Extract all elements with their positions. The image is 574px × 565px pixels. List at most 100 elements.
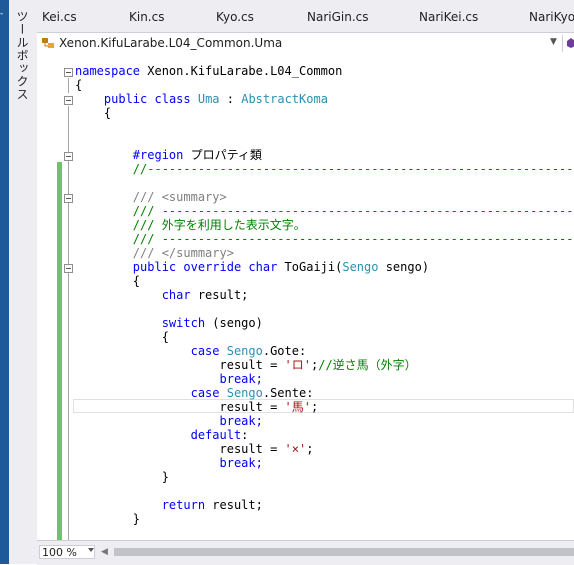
code-line-19: switch (sengo) (75, 316, 263, 330)
code-token: Sengo (226, 344, 263, 358)
code-token: result; (190, 288, 249, 302)
code-token: result; (205, 498, 263, 512)
code-token: { (103, 106, 112, 120)
code-token: ; (306, 442, 314, 456)
code-token: /// ------------------------------------… (132, 232, 574, 246)
code-line-11: /// ------------------------------------… (75, 204, 574, 218)
code-token: /// 外字を利用した表示文字。 (132, 218, 306, 232)
code-line-10: /// <summary> (75, 190, 227, 204)
code-token: char (161, 288, 191, 302)
code-line-32: return result; (75, 498, 263, 512)
desktop-strip: - (0, 0, 9, 564)
code-token: default (190, 428, 242, 442)
collapse-region-icon[interactable] (64, 152, 73, 161)
navigation-bar[interactable]: Xenon.KifuLarabe.L04_Common.Uma ▼ (37, 32, 574, 55)
tab-narigin[interactable]: NariGin.cs (307, 10, 369, 24)
code-token: result = (219, 358, 285, 372)
code-line-26: break; (75, 414, 263, 428)
code-token: case (190, 386, 220, 400)
code-token: class (154, 92, 191, 106)
collapse-method-icon[interactable] (64, 264, 73, 273)
zoom-dropdown[interactable]: 100 % (39, 545, 95, 559)
code-token: break; (219, 414, 263, 428)
editor-window: Kei.cs Kin.cs Kyo.cs NariGin.cs NariKei.… (37, 0, 574, 565)
code-token: char (248, 260, 278, 274)
outline-line (68, 106, 69, 540)
member-icon[interactable] (566, 36, 574, 50)
code-token: { (132, 274, 141, 288)
scroll-left-icon[interactable]: ◀ (101, 547, 108, 557)
code-token: (sengo) (205, 316, 263, 330)
code-token: .Sente: (262, 386, 314, 400)
collapse-namespace-icon[interactable] (64, 68, 73, 77)
code-line-21: case Sengo.Gote: (75, 344, 307, 358)
tab-kei[interactable]: Kei.cs (42, 10, 77, 24)
code-token: namespace (75, 64, 141, 78)
toolbox-panel[interactable]: ツールボックス (9, 0, 38, 564)
code-line-30: } (75, 470, 169, 484)
tab-kin[interactable]: Kin.cs (129, 10, 164, 24)
change-tracking-bar (57, 162, 62, 540)
document-tabs: Kei.cs Kin.cs Kyo.cs NariGin.cs NariKei.… (37, 0, 574, 32)
code-line-33: } (75, 512, 140, 526)
indicator-margin (37, 54, 59, 540)
divider (562, 35, 563, 52)
code-token: } (132, 512, 141, 526)
code-token: AbstractKoma (241, 92, 328, 106)
code-token: : (219, 92, 242, 106)
code-line-23: break; (75, 372, 263, 386)
code-token: Xenon.KifuLarabe.L04_Common (140, 64, 343, 78)
code-token: ; (310, 400, 319, 414)
code-token: /// </summary> (132, 246, 234, 260)
code-line-28: result = '×'; (75, 442, 314, 456)
outline-line (68, 78, 69, 93)
code-token: { (75, 78, 83, 92)
code-line-24: case Sengo.Sente: (75, 386, 314, 400)
code-token: プロパティ類 (183, 148, 262, 162)
code-token: public (132, 260, 177, 274)
code-token: #region (132, 148, 184, 162)
code-token: Sengo (226, 386, 263, 400)
code-token: override (183, 260, 242, 274)
code-line-17: char result; (75, 288, 249, 302)
code-token: Sengo (342, 260, 379, 274)
code-line-25: result = '馬'; (75, 400, 319, 414)
code-token: //逆さ馬（外字） (318, 358, 417, 372)
collapse-summary-icon[interactable] (64, 194, 73, 203)
code-token: } (161, 470, 169, 484)
tab-kyo[interactable]: Kyo.cs (216, 10, 254, 24)
code-token: break; (219, 372, 263, 386)
code-line-8: //--------------------------------------… (75, 162, 574, 176)
code-editor[interactable]: namespace Xenon.KifuLarabe.L04_Common { … (37, 54, 574, 540)
zoom-level: 100 % (42, 546, 77, 559)
code-token: public (103, 92, 148, 106)
code-token: { (161, 330, 169, 344)
code-token: Uma (197, 92, 220, 106)
code-token: result = (219, 400, 285, 414)
code-token: case (190, 344, 220, 358)
tab-narikei[interactable]: NariKei.cs (419, 10, 478, 24)
code-line-27: default: (75, 428, 249, 442)
horizontal-scrollbar-thumb[interactable] (114, 548, 574, 556)
collapse-class-icon[interactable] (64, 96, 73, 105)
code-token: /// ------------------------------------… (132, 204, 574, 218)
code-line-2: { (75, 78, 82, 92)
code-line-7: #region プロパティ類 (75, 148, 262, 162)
code-token: '×' (284, 442, 307, 456)
code-token: : (241, 428, 249, 442)
code-line-1: namespace Xenon.KifuLarabe.L04_Common (75, 64, 342, 78)
code-token: result = (219, 442, 285, 456)
tab-narikyo[interactable]: NariKyo (529, 10, 574, 24)
code-token: 'ロ' (284, 358, 311, 372)
type-dropdown-label[interactable]: Xenon.KifuLarabe.L04_Common.Uma (59, 36, 282, 50)
code-token: /// <summary> (132, 190, 227, 204)
code-line-4: { (75, 106, 111, 120)
toolbox-label[interactable]: ツールボックス (14, 10, 31, 101)
chevron-down-icon[interactable]: ▼ (550, 37, 557, 47)
code-line-14: /// </summary> (75, 246, 234, 260)
code-token: sengo) (378, 260, 430, 274)
code-line-20: { (75, 330, 169, 344)
chevron-down-icon[interactable] (88, 548, 94, 552)
class-icon (42, 38, 54, 48)
code-line-3: public class Uma : AbstractKoma (75, 92, 328, 106)
